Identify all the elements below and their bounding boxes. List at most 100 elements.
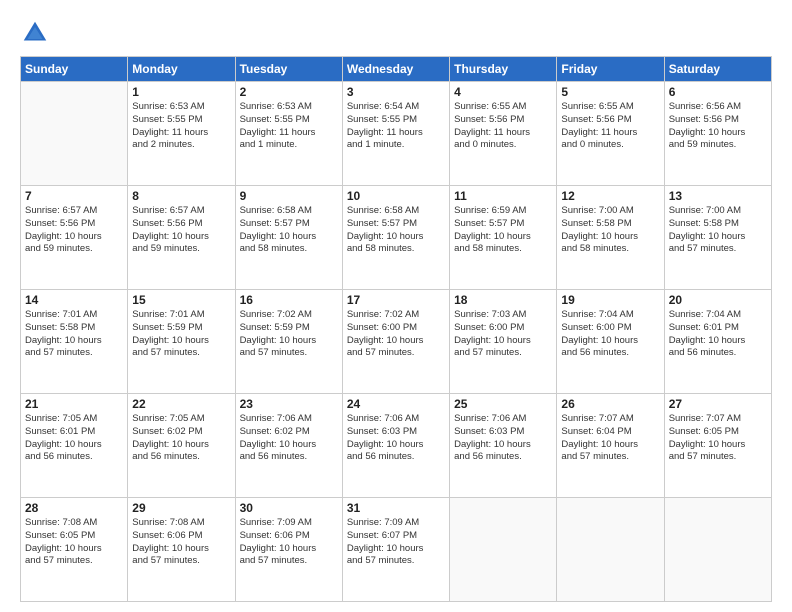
day-number: 18 xyxy=(454,293,552,307)
day-info: Sunrise: 7:01 AM Sunset: 5:58 PM Dayligh… xyxy=(25,309,123,360)
day-info: Sunrise: 6:58 AM Sunset: 5:57 PM Dayligh… xyxy=(347,205,445,256)
day-info: Sunrise: 7:02 AM Sunset: 6:00 PM Dayligh… xyxy=(347,309,445,360)
week-row-2: 7 Sunrise: 6:57 AM Sunset: 5:56 PM Daylig… xyxy=(21,186,772,290)
day-info: Sunrise: 7:04 AM Sunset: 6:01 PM Dayligh… xyxy=(669,309,767,360)
day-number: 5 xyxy=(561,85,659,99)
day-info: Sunrise: 6:57 AM Sunset: 5:56 PM Dayligh… xyxy=(132,205,230,256)
day-info: Sunrise: 7:08 AM Sunset: 6:06 PM Dayligh… xyxy=(132,517,230,568)
calendar-cell: 25 Sunrise: 7:06 AM Sunset: 6:03 PM Dayli… xyxy=(450,394,557,498)
calendar-cell: 21Sunrise: 7:05 AM Sunset: 6:01 PM Dayli… xyxy=(21,394,128,498)
day-info: Sunrise: 7:06 AM Sunset: 6:03 PM Dayligh… xyxy=(347,413,445,464)
day-number: 2 xyxy=(240,85,338,99)
weekday-header-thursday: Thursday xyxy=(450,57,557,82)
day-number: 1 xyxy=(132,85,230,99)
day-info: Sunrise: 6:58 AM Sunset: 5:57 PM Dayligh… xyxy=(240,205,338,256)
day-number: 30 xyxy=(240,501,338,515)
logo-icon xyxy=(20,18,50,48)
page: SundayMondayTuesdayWednesdayThursdayFrid… xyxy=(0,0,792,612)
day-info: Sunrise: 7:05 AM Sunset: 6:01 PM Dayligh… xyxy=(25,413,123,464)
weekday-header-sunday: Sunday xyxy=(21,57,128,82)
day-number: 7 xyxy=(25,189,123,203)
weekday-header-friday: Friday xyxy=(557,57,664,82)
calendar-table: SundayMondayTuesdayWednesdayThursdayFrid… xyxy=(20,56,772,602)
calendar-cell: 18 Sunrise: 7:03 AM Sunset: 6:00 PM Dayli… xyxy=(450,290,557,394)
week-row-4: 21Sunrise: 7:05 AM Sunset: 6:01 PM Dayli… xyxy=(21,394,772,498)
day-info: Sunrise: 7:09 AM Sunset: 6:06 PM Dayligh… xyxy=(240,517,338,568)
day-number: 3 xyxy=(347,85,445,99)
calendar-cell: 24 Sunrise: 7:06 AM Sunset: 6:03 PM Dayli… xyxy=(342,394,449,498)
day-number: 22 xyxy=(132,397,230,411)
day-number: 31 xyxy=(347,501,445,515)
calendar-cell: 7 Sunrise: 6:57 AM Sunset: 5:56 PM Daylig… xyxy=(21,186,128,290)
day-info: Sunrise: 7:06 AM Sunset: 6:03 PM Dayligh… xyxy=(454,413,552,464)
week-row-1: 1 Sunrise: 6:53 AM Sunset: 5:55 PM Daylig… xyxy=(21,82,772,186)
day-info: Sunrise: 7:06 AM Sunset: 6:02 PM Dayligh… xyxy=(240,413,338,464)
day-number: 24 xyxy=(347,397,445,411)
day-number: 23 xyxy=(240,397,338,411)
day-info: Sunrise: 6:57 AM Sunset: 5:56 PM Dayligh… xyxy=(25,205,123,256)
header xyxy=(20,18,772,48)
calendar-cell: 22 Sunrise: 7:05 AM Sunset: 6:02 PM Dayli… xyxy=(128,394,235,498)
day-number: 27 xyxy=(669,397,767,411)
calendar-cell: 14 Sunrise: 7:01 AM Sunset: 5:58 PM Dayli… xyxy=(21,290,128,394)
calendar-cell: 19 Sunrise: 7:04 AM Sunset: 6:00 PM Dayli… xyxy=(557,290,664,394)
day-info: Sunrise: 7:01 AM Sunset: 5:59 PM Dayligh… xyxy=(132,309,230,360)
calendar-cell: 30 Sunrise: 7:09 AM Sunset: 6:06 PM Dayli… xyxy=(235,498,342,602)
calendar-cell: 17Sunrise: 7:02 AM Sunset: 6:00 PM Dayli… xyxy=(342,290,449,394)
day-number: 12 xyxy=(561,189,659,203)
calendar-cell xyxy=(664,498,771,602)
day-number: 25 xyxy=(454,397,552,411)
weekday-header-row: SundayMondayTuesdayWednesdayThursdayFrid… xyxy=(21,57,772,82)
calendar-cell: 27 Sunrise: 7:07 AM Sunset: 6:05 PM Dayli… xyxy=(664,394,771,498)
day-number: 14 xyxy=(25,293,123,307)
calendar-cell xyxy=(21,82,128,186)
day-info: Sunrise: 7:04 AM Sunset: 6:00 PM Dayligh… xyxy=(561,309,659,360)
calendar-cell: 23 Sunrise: 7:06 AM Sunset: 6:02 PM Dayli… xyxy=(235,394,342,498)
calendar-cell: 1 Sunrise: 6:53 AM Sunset: 5:55 PM Daylig… xyxy=(128,82,235,186)
logo xyxy=(20,18,54,48)
calendar-cell: 28Sunrise: 7:08 AM Sunset: 6:05 PM Dayli… xyxy=(21,498,128,602)
calendar-cell: 16 Sunrise: 7:02 AM Sunset: 5:59 PM Dayli… xyxy=(235,290,342,394)
calendar-cell: 12Sunrise: 7:00 AM Sunset: 5:58 PM Dayli… xyxy=(557,186,664,290)
weekday-header-wednesday: Wednesday xyxy=(342,57,449,82)
calendar-cell: 10Sunrise: 6:58 AM Sunset: 5:57 PM Dayli… xyxy=(342,186,449,290)
day-info: Sunrise: 7:07 AM Sunset: 6:04 PM Dayligh… xyxy=(561,413,659,464)
day-number: 19 xyxy=(561,293,659,307)
day-number: 16 xyxy=(240,293,338,307)
day-info: Sunrise: 7:02 AM Sunset: 5:59 PM Dayligh… xyxy=(240,309,338,360)
day-info: Sunrise: 7:05 AM Sunset: 6:02 PM Dayligh… xyxy=(132,413,230,464)
calendar-cell: 11 Sunrise: 6:59 AM Sunset: 5:57 PM Dayli… xyxy=(450,186,557,290)
calendar-cell: 2 Sunrise: 6:53 AM Sunset: 5:55 PM Daylig… xyxy=(235,82,342,186)
day-info: Sunrise: 6:53 AM Sunset: 5:55 PM Dayligh… xyxy=(132,101,230,152)
day-number: 11 xyxy=(454,189,552,203)
calendar-cell: 29 Sunrise: 7:08 AM Sunset: 6:06 PM Dayli… xyxy=(128,498,235,602)
day-number: 6 xyxy=(669,85,767,99)
week-row-5: 28Sunrise: 7:08 AM Sunset: 6:05 PM Dayli… xyxy=(21,498,772,602)
day-info: Sunrise: 7:03 AM Sunset: 6:00 PM Dayligh… xyxy=(454,309,552,360)
day-info: Sunrise: 6:59 AM Sunset: 5:57 PM Dayligh… xyxy=(454,205,552,256)
calendar-cell xyxy=(450,498,557,602)
day-info: Sunrise: 6:54 AM Sunset: 5:55 PM Dayligh… xyxy=(347,101,445,152)
calendar-cell: 4Sunrise: 6:55 AM Sunset: 5:56 PM Daylig… xyxy=(450,82,557,186)
day-info: Sunrise: 7:07 AM Sunset: 6:05 PM Dayligh… xyxy=(669,413,767,464)
calendar-cell: 9Sunrise: 6:58 AM Sunset: 5:57 PM Daylig… xyxy=(235,186,342,290)
calendar-cell: 3 Sunrise: 6:54 AM Sunset: 5:55 PM Daylig… xyxy=(342,82,449,186)
calendar-cell: 26Sunrise: 7:07 AM Sunset: 6:04 PM Dayli… xyxy=(557,394,664,498)
weekday-header-monday: Monday xyxy=(128,57,235,82)
weekday-header-saturday: Saturday xyxy=(664,57,771,82)
day-info: Sunrise: 6:53 AM Sunset: 5:55 PM Dayligh… xyxy=(240,101,338,152)
day-info: Sunrise: 7:08 AM Sunset: 6:05 PM Dayligh… xyxy=(25,517,123,568)
day-number: 4 xyxy=(454,85,552,99)
day-info: Sunrise: 6:55 AM Sunset: 5:56 PM Dayligh… xyxy=(561,101,659,152)
calendar-cell: 5 Sunrise: 6:55 AM Sunset: 5:56 PM Daylig… xyxy=(557,82,664,186)
day-number: 13 xyxy=(669,189,767,203)
weekday-header-tuesday: Tuesday xyxy=(235,57,342,82)
day-number: 15 xyxy=(132,293,230,307)
calendar-cell: 6Sunrise: 6:56 AM Sunset: 5:56 PM Daylig… xyxy=(664,82,771,186)
calendar-cell xyxy=(557,498,664,602)
week-row-3: 14 Sunrise: 7:01 AM Sunset: 5:58 PM Dayli… xyxy=(21,290,772,394)
day-info: Sunrise: 7:09 AM Sunset: 6:07 PM Dayligh… xyxy=(347,517,445,568)
calendar-cell: 8Sunrise: 6:57 AM Sunset: 5:56 PM Daylig… xyxy=(128,186,235,290)
calendar-cell: 20Sunrise: 7:04 AM Sunset: 6:01 PM Dayli… xyxy=(664,290,771,394)
day-number: 29 xyxy=(132,501,230,515)
